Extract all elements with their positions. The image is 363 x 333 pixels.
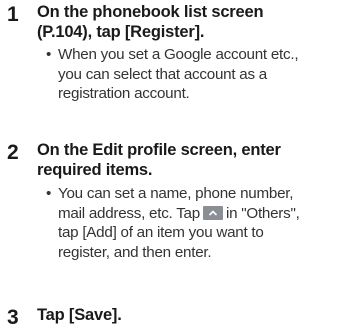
note-line: When you set a Google account etc.,	[58, 46, 299, 63]
step-number: 1	[7, 3, 19, 26]
step-title-line: required items.	[37, 160, 153, 179]
note-text: in "Others",	[225, 204, 300, 222]
step-title-line: On the Edit profile screen, enter	[37, 141, 281, 159]
note-line: You can set a name, phone number,	[58, 185, 294, 202]
note-line: tap [Add] of an item you want to	[58, 224, 264, 242]
step-title-line: (P.104), tap [Register].	[37, 22, 205, 41]
note-text: mail address, etc. Tap	[58, 204, 200, 222]
step-title: On the phonebook list screen (P.104), ta…	[37, 3, 357, 42]
note-line: you can select that account as a	[58, 65, 267, 83]
step-note: • When you set a Google account etc., yo…	[46, 45, 361, 104]
step-title: On the Edit profile screen, enter requir…	[37, 141, 357, 180]
document-page: 1 On the phonebook list screen (P.104), …	[0, 0, 363, 333]
note-line: mail address, etc. Tap in "Others",	[46, 204, 361, 224]
step-title-line: Tap [Save].	[37, 306, 122, 324]
expand-up-icon	[202, 205, 223, 220]
note-line: register, and then enter.	[58, 243, 212, 261]
step-note: • You can set a name, phone number, mail…	[46, 184, 361, 262]
step-number: 3	[7, 306, 19, 329]
bullet-marker: •	[46, 46, 52, 63]
bullet-marker: •	[46, 185, 52, 202]
note-line: registration account.	[58, 85, 190, 103]
step-title-line: On the phonebook list screen	[37, 3, 264, 21]
step-title: Tap [Save].	[37, 306, 357, 326]
step-number: 2	[7, 141, 19, 164]
